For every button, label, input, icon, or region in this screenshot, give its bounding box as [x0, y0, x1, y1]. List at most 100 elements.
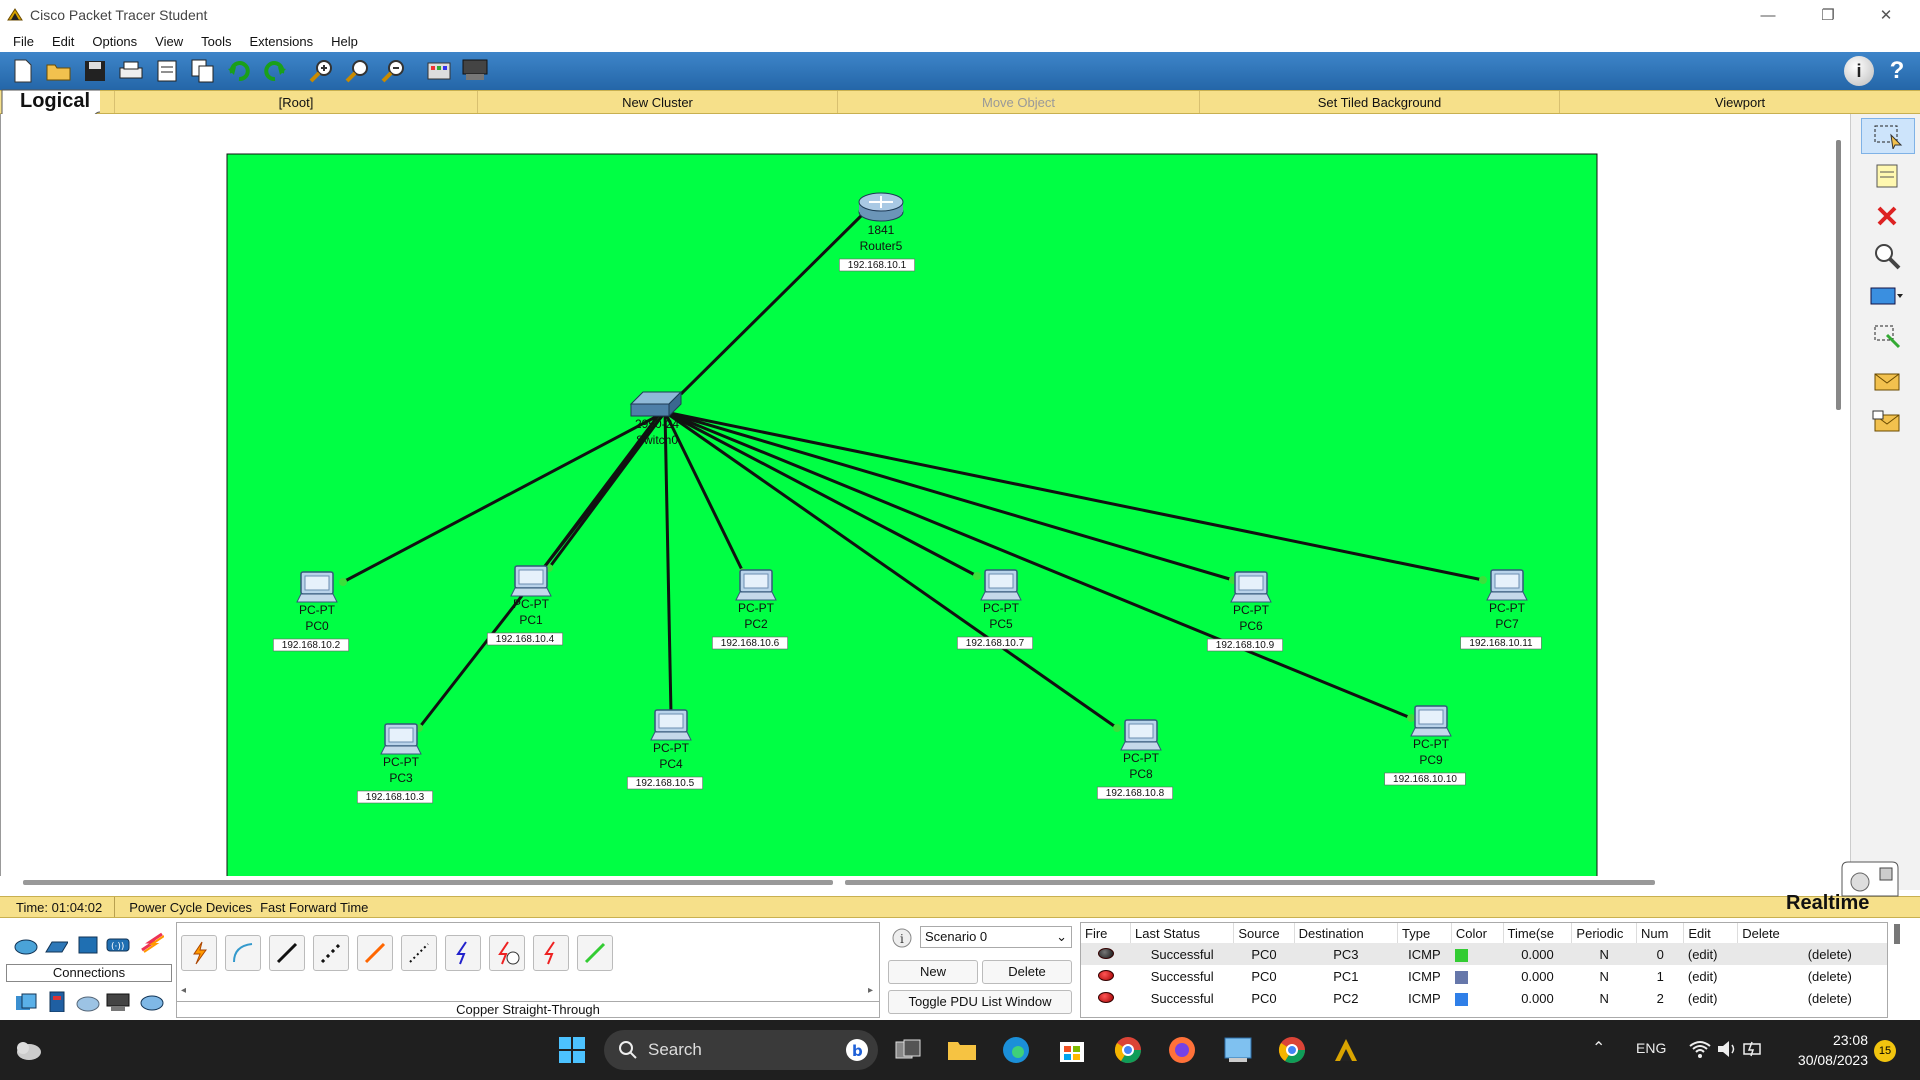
help-icon[interactable]: ?	[1882, 56, 1912, 86]
zoom-in-icon[interactable]	[306, 56, 336, 86]
notification-badge[interactable]: 15	[1874, 1040, 1896, 1062]
realtime-mode-label[interactable]: Realtime	[1786, 892, 1869, 915]
microsoft-store-icon[interactable]	[1056, 1034, 1088, 1066]
octal-cable-icon[interactable]	[577, 935, 613, 971]
components-category-icon[interactable]	[76, 934, 100, 956]
zoom-out-icon[interactable]	[378, 56, 408, 86]
automatic-connection-icon[interactable]	[181, 935, 217, 971]
phone-cable-icon[interactable]	[401, 935, 437, 971]
taskbar-search[interactable]: Search b	[604, 1030, 878, 1070]
system-clock[interactable]: 23:08 30/08/2023	[1784, 1030, 1868, 1070]
control-panel-icon[interactable]	[1222, 1034, 1254, 1066]
edit-link[interactable]: (edit)	[1684, 987, 1738, 1009]
firefox-icon[interactable]	[1166, 1034, 1198, 1066]
pc-icon-pc9[interactable]	[1410, 705, 1452, 737]
pdu-header-destination[interactable]: Destination	[1294, 923, 1399, 943]
pc-icon-pc5[interactable]	[980, 569, 1022, 601]
pc-icon-pc3[interactable]	[380, 723, 422, 755]
connection-scrollbar[interactable]: ◂ ▸	[181, 985, 873, 997]
start-icon[interactable]	[556, 1034, 588, 1066]
pdu-header-time-se[interactable]: Time(se	[1503, 923, 1573, 943]
inspect-tool-icon[interactable]	[1869, 238, 1905, 274]
file-explorer-icon[interactable]	[946, 1034, 978, 1066]
delete-tool-icon[interactable]	[1869, 198, 1905, 234]
weather-icon[interactable]	[12, 1034, 44, 1066]
activity-wizard-icon[interactable]	[152, 56, 182, 86]
fast-forward-time-button[interactable]: Fast Forward Time	[252, 900, 368, 915]
restore-button[interactable]: ❐	[1800, 0, 1856, 30]
delete-link[interactable]: (delete)	[1737, 943, 1887, 965]
router-icon[interactable]	[858, 192, 904, 222]
close-button[interactable]: ✕	[1858, 0, 1914, 30]
pdu-row[interactable]: Successful PC0 PC3 ICMP 0.000 N 0 (edit) (delete…	[1081, 943, 1887, 965]
minimize-button[interactable]: —	[1740, 0, 1796, 30]
chevron-up-icon[interactable]: ⌃	[1592, 1038, 1605, 1058]
pc-icon-pc8[interactable]	[1120, 719, 1162, 751]
pdu-header-fire[interactable]: Fire	[1081, 923, 1132, 943]
connections-category-icon[interactable]	[140, 932, 164, 954]
scenario-select[interactable]: Scenario 0 ⌄	[920, 926, 1072, 948]
wan-emulation-category-icon[interactable]	[76, 992, 100, 1014]
pdu-row[interactable]: Successful PC0 PC2 ICMP 0.000 N 2 (edit) (delete…	[1081, 987, 1887, 1009]
toggle-pdu-list-button[interactable]: Toggle PDU List Window	[888, 990, 1072, 1014]
delete-link[interactable]: (delete)	[1738, 965, 1887, 987]
logical-workspace[interactable]: 1841 Router5 192.168.10.1 2950-24 Switch0 PC-…	[0, 114, 1851, 885]
move-object-button[interactable]: Move Object	[838, 91, 1200, 113]
pdu-header-periodic[interactable]: Periodic	[1571, 923, 1638, 943]
undo-icon[interactable]	[224, 56, 254, 86]
delete-link[interactable]: (delete)	[1738, 987, 1887, 1009]
power-cycle-devices-button[interactable]: Power Cycle Devices	[115, 900, 252, 915]
pdu-header-num[interactable]: Num	[1636, 923, 1685, 943]
fire-pdu-icon[interactable]	[1097, 969, 1114, 981]
pdu-header-last-status[interactable]: Last Status	[1130, 923, 1235, 943]
zoom-reset-icon[interactable]	[342, 56, 372, 86]
language-indicator[interactable]: ENG	[1636, 1040, 1666, 1056]
fire-pdu-icon[interactable]	[1097, 991, 1114, 1003]
pc-icon-pc0[interactable]	[296, 571, 338, 603]
horizontal-scrollbar-right[interactable]	[845, 880, 1655, 885]
packet-tracer-taskbar-icon[interactable]	[1330, 1034, 1362, 1066]
wireless-category-icon[interactable]: (·))	[106, 934, 130, 956]
edit-link[interactable]: (edit)	[1684, 965, 1738, 987]
security-category-icon[interactable]	[46, 990, 70, 1012]
viewport-button[interactable]: Viewport	[1560, 91, 1920, 113]
note-tool-icon[interactable]	[1869, 158, 1905, 194]
fire-pdu-icon[interactable]	[1097, 947, 1114, 959]
new-cluster-button[interactable]: New Cluster	[478, 91, 838, 113]
chrome-profile-icon[interactable]	[1276, 1034, 1308, 1066]
edge-icon[interactable]	[1000, 1034, 1032, 1066]
pc-icon-pc2[interactable]	[735, 569, 777, 601]
pdu-row[interactable]: Successful PC0 PC1 ICMP 0.000 N 1 (edit) (delete…	[1081, 965, 1887, 987]
bing-icon[interactable]: b	[844, 1037, 870, 1063]
pc-icon-pc4[interactable]	[650, 709, 692, 741]
root-link[interactable]: [Root]	[115, 91, 478, 113]
open-folder-icon[interactable]	[44, 56, 74, 86]
end-devices-category-icon[interactable]	[44, 936, 68, 958]
topology-canvas[interactable]: 1841 Router5 192.168.10.1 2950-24 Switch0 PC-…	[1, 114, 1851, 876]
custom-device-icon[interactable]	[460, 56, 490, 86]
network-devices-category-icon[interactable]	[14, 936, 38, 958]
copy-icon[interactable]	[188, 56, 218, 86]
menu-tools[interactable]: Tools	[192, 34, 240, 49]
copper-cross-over-icon[interactable]	[313, 935, 349, 971]
scenario-info-icon[interactable]: i	[892, 928, 912, 948]
pdu-header-source[interactable]: Source	[1233, 923, 1295, 943]
save-icon[interactable]	[80, 56, 110, 86]
multiuser-connection-category-icon[interactable]	[140, 992, 164, 1014]
pdu-header-type[interactable]: Type	[1397, 923, 1452, 943]
delete-scenario-button[interactable]: Delete	[982, 960, 1072, 984]
add-complex-pdu-icon[interactable]	[1869, 404, 1905, 440]
resize-shape-tool-icon[interactable]	[1869, 318, 1905, 354]
horizontal-scrollbar-left[interactable]	[23, 880, 833, 885]
battery-icon[interactable]	[1742, 1038, 1764, 1060]
menu-extensions[interactable]: Extensions	[240, 34, 322, 49]
pc-icon-pc1[interactable]	[510, 565, 552, 597]
palette-icon[interactable]	[424, 56, 454, 86]
pdu-header-color[interactable]: Color	[1451, 923, 1504, 943]
new-file-icon[interactable]	[8, 56, 38, 86]
add-simple-pdu-icon[interactable]	[1869, 364, 1905, 400]
pdu-scrollbar[interactable]	[1894, 924, 1900, 944]
copper-straight-through-icon[interactable]	[269, 935, 305, 971]
fiber-icon[interactable]	[357, 935, 393, 971]
custom-devices-category-icon[interactable]	[106, 990, 130, 1012]
